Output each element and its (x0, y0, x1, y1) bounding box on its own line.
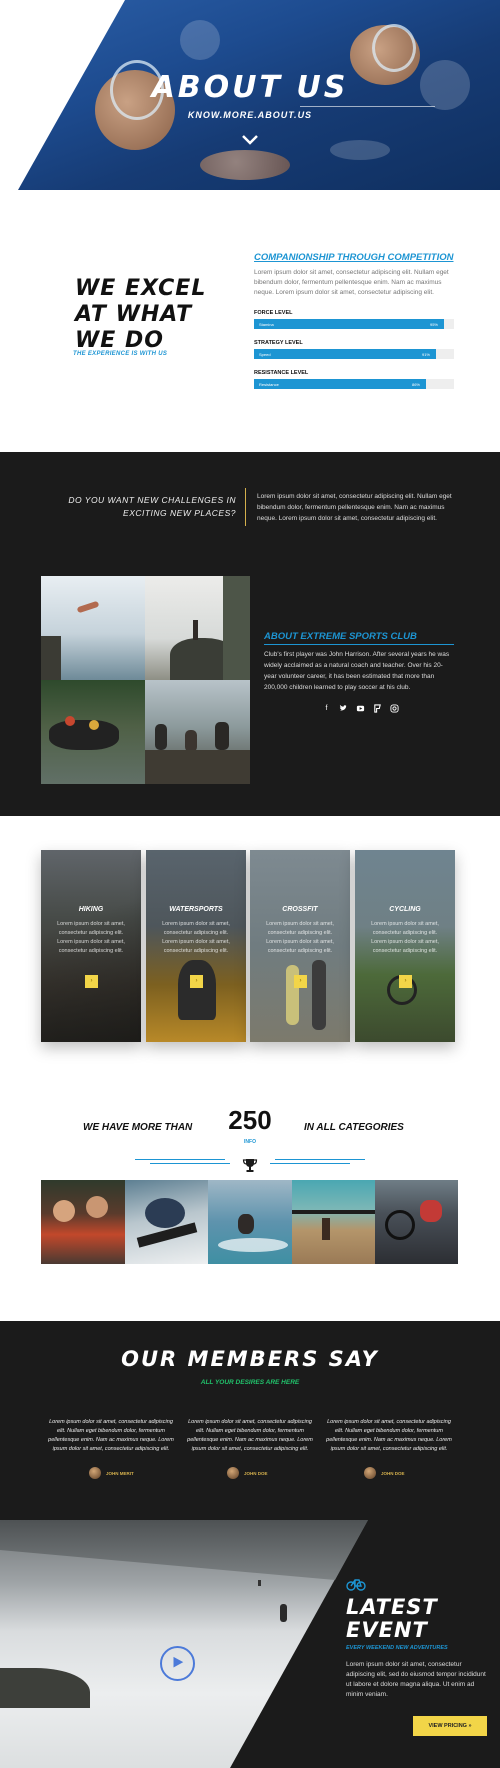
progress-fill: Resistance 86% (254, 379, 426, 389)
companionship-title: COMPANIONSHIP THROUGH COMPETITION (254, 252, 454, 263)
card-arrow-button[interactable]: › (190, 975, 203, 988)
rock-climb-photo (145, 576, 250, 680)
hero-divider (300, 106, 435, 107)
excel-heading: WE EXCEL AT WHAT WE DO (75, 276, 207, 353)
chevron-down-icon[interactable] (240, 133, 260, 147)
instagram-icon[interactable] (390, 704, 399, 713)
progress-name: Stamina (259, 322, 274, 327)
author-name: JOHN DOE (381, 1470, 405, 1476)
challenge-question: DO YOU WANT NEW CHALLENGES IN EXCITING N… (68, 495, 236, 518)
club-title: ABOUT EXTREME SPORTS CLUB (264, 631, 417, 642)
challenge-text: Lorem ipsum dolor sit amet, consectetur … (257, 493, 452, 522)
card-crossfit[interactable]: CROSSFIT Lorem ipsum dolor sit amet, con… (250, 850, 350, 1042)
hero-section: ABOUT US KNOW.MORE.ABOUT.US (0, 0, 500, 190)
kitesurf-photo (208, 1180, 293, 1264)
progress-name: Resistance (259, 382, 279, 387)
divider-line (275, 1159, 365, 1160)
testimonial-author: JOHN MERIT (89, 1467, 134, 1479)
progress-bar-strategy: Speed 91% (254, 349, 454, 359)
bar-label-strategy: STRATEGY LEVEL (254, 340, 303, 346)
stat-right-text: IN ALL CATEGORIES (304, 1122, 404, 1133)
hero-title: ABOUT US (151, 70, 349, 105)
facebook-icon[interactable]: f (322, 704, 331, 713)
event-subtitle: EVERY WEEKEND NEW ADVENTURES (346, 1645, 448, 1651)
progress-bar-force: Stamina 95% (254, 319, 454, 329)
runners-photo (41, 1180, 126, 1264)
progress-percent: 95% (429, 322, 438, 327)
companionship-text: Lorem ipsum dolor sit amet, consectetur … (254, 269, 449, 296)
club-text: Club's first player was John Harrison. A… (264, 651, 450, 691)
foursquare-icon[interactable] (373, 704, 382, 713)
card-text: Lorem ipsum dolor sit amet, consectetur … (266, 921, 334, 954)
card-cycling[interactable]: CYCLING Lorem ipsum dolor sit amet, cons… (355, 850, 455, 1042)
progress-name: Speed (259, 352, 271, 357)
card-text: Lorem ipsum dolor sit amet, consectetur … (371, 921, 439, 954)
card-title: HIKING (78, 906, 104, 913)
card-arrow-button[interactable]: › (85, 975, 98, 988)
motocross-photo (125, 1180, 210, 1264)
avatar (89, 1467, 101, 1479)
author-name: JOHN DOE (244, 1470, 268, 1476)
testimonial-author: JOHN DOE (364, 1467, 405, 1479)
testimonials-title: OUR MEMBERS SAY (121, 1347, 379, 1371)
card-watersports[interactable]: WATERSPORTS Lorem ipsum dolor sit amet, … (146, 850, 246, 1042)
play-button[interactable] (160, 1646, 195, 1681)
hikers-photo (145, 680, 250, 784)
card-text: Lorem ipsum dolor sit amet, consectetur … (57, 921, 125, 954)
divider-line (270, 1163, 350, 1164)
testimonial-quote: Lorem ipsum dolor sit amet, consectetur … (48, 1419, 174, 1452)
bar-label-force: FORCE LEVEL (254, 310, 293, 316)
progress-bar-resistance: Resistance 86% (254, 379, 454, 389)
progress-fill: Speed 91% (254, 349, 436, 359)
cliff-jump-photo (41, 576, 145, 680)
card-title: CROSSFIT (282, 906, 318, 913)
author-name: JOHN MERIT (106, 1470, 134, 1476)
bicycle-icon (346, 1579, 366, 1591)
progress-percent: 86% (411, 382, 420, 387)
progress-percent: 91% (421, 352, 430, 357)
stat-number: 250 (228, 1105, 272, 1135)
card-text: Lorem ipsum dolor sit amet, consectetur … (162, 921, 230, 954)
challenge-divider (245, 488, 246, 526)
beach-volley-photo (292, 1180, 377, 1264)
event-title: LATEST EVENT (346, 1595, 438, 1642)
rafting-photo (41, 680, 145, 784)
card-hiking[interactable]: HIKING Lorem ipsum dolor sit amet, conse… (41, 850, 141, 1042)
bar-label-resistance: RESISTANCE LEVEL (254, 370, 309, 376)
stat-unit: INFO (244, 1139, 256, 1145)
hero-subtitle: KNOW.MORE.ABOUT.US (187, 110, 313, 120)
youtube-icon[interactable] (356, 704, 365, 713)
progress-fill: Stamina 95% (254, 319, 444, 329)
divider-line (135, 1159, 225, 1160)
testimonial-author: JOHN DOE (227, 1467, 268, 1479)
event-text: Lorem ipsum dolor sit amet, consectetur … (346, 1661, 486, 1698)
testimonial-quote: Lorem ipsum dolor sit amet, consectetur … (326, 1419, 452, 1452)
card-title: WATERSPORTS (169, 906, 223, 913)
testimonial-quote: Lorem ipsum dolor sit amet, consectetur … (187, 1419, 313, 1452)
club-divider (264, 644, 454, 645)
card-arrow-button[interactable]: › (399, 975, 412, 988)
play-icon (173, 1656, 184, 1668)
trophy-icon (242, 1159, 258, 1172)
cyclists-photo (375, 1180, 458, 1264)
avatar (227, 1467, 239, 1479)
testimonials-subtitle: ALL YOUR DESIRES ARE HERE (200, 1379, 300, 1386)
view-pricing-button[interactable]: VIEW PRICING » (413, 1716, 487, 1736)
social-links: f (322, 704, 399, 713)
divider-line (150, 1163, 230, 1164)
card-arrow-button[interactable]: › (294, 975, 307, 988)
card-title: CYCLING (389, 906, 421, 913)
avatar (364, 1467, 376, 1479)
excel-subheading: THE EXPERIENCE IS WITH US (73, 351, 168, 357)
twitter-icon[interactable] (339, 704, 348, 713)
